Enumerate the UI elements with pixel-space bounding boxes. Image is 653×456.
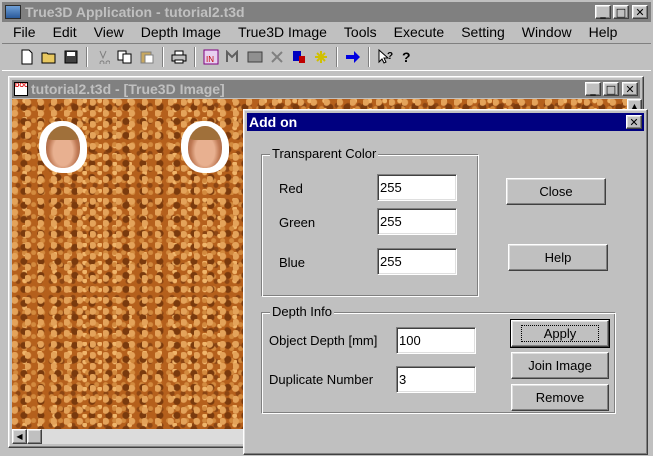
red-input[interactable]: 255 <box>377 174 457 201</box>
toolbar-separator <box>86 47 88 67</box>
duplicate-number-label: Duplicate Number <box>269 372 374 387</box>
cut-icon[interactable] <box>92 46 114 68</box>
app-title: True3D Application - tutorial2.t3d <box>25 4 245 20</box>
red-label: Red <box>279 181 303 196</box>
face-photo-1[interactable] <box>39 121 87 173</box>
join-image-button[interactable]: Join Image <box>511 352 609 379</box>
new-file-icon[interactable] <box>16 46 38 68</box>
dialog-title: Add on <box>249 114 298 130</box>
menu-window[interactable]: Window <box>512 24 579 40</box>
minimize-button[interactable]: _ <box>595 5 611 19</box>
depth-export-icon[interactable] <box>222 46 244 68</box>
close-icon: ✕ <box>635 5 645 19</box>
blue-arrow-icon[interactable] <box>342 46 364 68</box>
scroll-thumb[interactable] <box>27 429 42 444</box>
app-titlebar[interactable]: True3D Application - tutorial2.t3d _ □ ✕ <box>2 2 651 22</box>
close-icon: ✕ <box>629 115 639 129</box>
apply-label: Apply <box>520 325 600 342</box>
remove-button[interactable]: Remove <box>511 384 609 411</box>
maximize-icon: □ <box>605 82 617 96</box>
svg-text:?: ? <box>387 51 393 62</box>
minimize-icon: _ <box>600 5 606 19</box>
face-photo-2[interactable] <box>181 121 229 173</box>
apply-button[interactable]: Apply <box>510 319 610 348</box>
dialog-close-button[interactable]: ✕ <box>626 115 642 129</box>
child-titlebar[interactable]: DOC tutorial2.t3d - [True3D Image] _ □ ✕ <box>12 80 640 98</box>
menu-execute[interactable]: Execute <box>384 24 452 40</box>
import-in-icon[interactable]: IN <box>200 46 222 68</box>
add-on-dialog: Add on ✕ Transparent Color Red 255 Green… <box>243 109 648 455</box>
close-button[interactable]: ✕ <box>632 5 648 19</box>
child-minimize-button[interactable]: _ <box>585 82 601 96</box>
help-button[interactable]: Help <box>508 244 608 271</box>
app-icon[interactable] <box>5 5 21 19</box>
toolbar-separator <box>194 47 196 67</box>
gray-image-icon[interactable] <box>244 46 266 68</box>
blue-input[interactable]: 255 <box>377 248 457 275</box>
depth-info-caption: Depth Info <box>270 304 334 319</box>
face-image <box>188 126 222 168</box>
menu-edit[interactable]: Edit <box>43 24 84 40</box>
maximize-button[interactable]: □ <box>613 5 629 19</box>
green-label: Green <box>279 215 316 230</box>
duplicate-number-input[interactable]: 3 <box>396 366 476 393</box>
minimize-icon: _ <box>590 82 596 96</box>
document-icon[interactable]: DOC <box>14 82 28 96</box>
dialog-titlebar[interactable]: Add on ✕ <box>247 113 644 131</box>
close-dialog-button[interactable]: Close <box>506 178 606 205</box>
context-help-icon[interactable]: ? <box>374 46 396 68</box>
blue-square-icon[interactable] <box>288 46 310 68</box>
menu-tools[interactable]: Tools <box>334 24 384 40</box>
menu-setting[interactable]: Setting <box>451 24 512 40</box>
help-icon[interactable]: ? <box>396 46 418 68</box>
child-close-button[interactable]: ✕ <box>622 82 638 96</box>
menu-true3d-image[interactable]: True3D Image <box>228 24 334 40</box>
open-folder-icon[interactable] <box>38 46 60 68</box>
menu-help[interactable]: Help <box>579 24 625 40</box>
close-icon: ✕ <box>625 82 635 96</box>
menu-depth-image[interactable]: Depth Image <box>131 24 228 40</box>
transparent-color-caption: Transparent Color <box>270 146 379 161</box>
object-depth-label: Object Depth [mm] <box>269 333 378 348</box>
green-input[interactable]: 255 <box>377 208 457 235</box>
toolbar-separator <box>162 47 164 67</box>
toolbar-separator <box>336 47 338 67</box>
face-image <box>46 126 80 168</box>
print-icon[interactable] <box>168 46 190 68</box>
copy-icon[interactable] <box>114 46 136 68</box>
menu-bar: File Edit View Depth Image True3D Image … <box>2 22 651 41</box>
menu-view[interactable]: View <box>84 24 131 40</box>
svg-text:?: ? <box>402 49 411 65</box>
scroll-left-button[interactable]: ◀ <box>12 429 27 444</box>
toolbar-separator <box>368 47 370 67</box>
blue-label: Blue <box>279 255 306 270</box>
menu-file[interactable]: File <box>2 24 43 40</box>
child-maximize-button[interactable]: □ <box>603 82 619 96</box>
maximize-icon: □ <box>615 5 627 19</box>
child-title: tutorial2.t3d - [True3D Image] <box>31 81 225 97</box>
save-icon[interactable] <box>60 46 82 68</box>
svg-text:IN: IN <box>206 55 214 64</box>
yellow-transform-icon[interactable] <box>310 46 332 68</box>
object-depth-input[interactable]: 100 <box>396 327 476 354</box>
arrow-left-icon: ◀ <box>16 432 23 441</box>
toolbar: IN ? ? <box>2 43 651 71</box>
paste-icon[interactable] <box>136 46 158 68</box>
depth-map-icon[interactable] <box>266 46 288 68</box>
